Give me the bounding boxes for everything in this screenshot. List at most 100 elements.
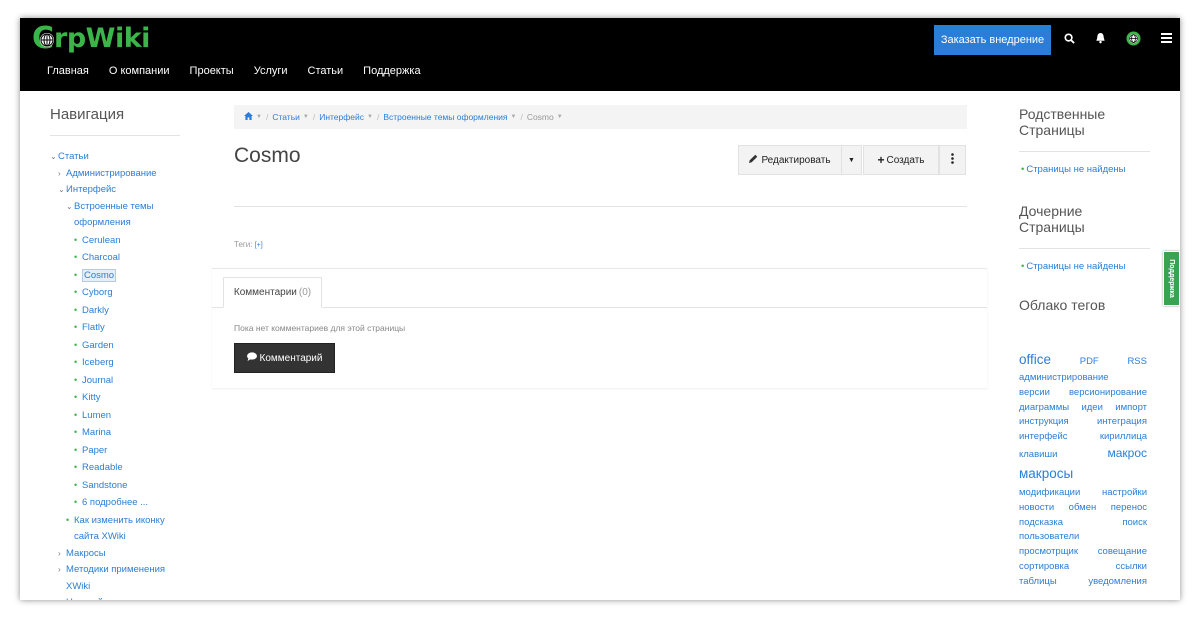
nav-tree-item[interactable]: • Charcoal (50, 249, 185, 267)
chevron-down-icon[interactable]: ⌄ (50, 149, 58, 166)
breadcrumb-item[interactable]: Встроенные темы оформления (383, 112, 507, 122)
tag-link[interactable]: новости (1019, 502, 1054, 513)
tag-link[interactable]: поиск (1122, 517, 1147, 528)
create-button[interactable]: + Создать (863, 145, 939, 175)
bullet-icon: • (74, 287, 78, 297)
nav-tree-item[interactable]: • Garden (50, 337, 185, 355)
nav-support[interactable]: Поддержка (363, 65, 420, 81)
tag-link[interactable]: сортировка (1019, 561, 1069, 572)
nav-tree-item[interactable]: ⌄Статьи (50, 149, 185, 166)
nav-tree-item[interactable]: • 6 подробнее ... (50, 494, 185, 512)
nav-tree-item[interactable]: ⌄Интерфейс (50, 182, 185, 199)
tag-link[interactable]: пользователи (1019, 531, 1079, 542)
nav-tree-item[interactable]: • Darkly (50, 302, 185, 320)
tag-link[interactable]: RSS (1127, 356, 1147, 367)
order-implementation-button[interactable]: Заказать внедрение (934, 25, 1051, 55)
nav-tree-item-label: Kitty (82, 392, 101, 403)
nav-tree-item[interactable]: • Sandstone (50, 477, 185, 495)
tag-link[interactable]: модификации (1019, 487, 1080, 498)
nav-services[interactable]: Услуги (254, 65, 288, 81)
menu-icon[interactable] (1158, 30, 1174, 46)
tag-link[interactable]: таблицы (1019, 576, 1057, 587)
chevron-down-icon[interactable]: ▼ (367, 114, 373, 120)
tag-link[interactable]: идеи (1081, 402, 1102, 413)
nav-tree-item[interactable]: XWiki (50, 579, 185, 596)
tag-link[interactable]: макрос (1107, 446, 1147, 460)
tag-link[interactable]: версии (1019, 387, 1050, 398)
add-tag-link[interactable]: [+] (255, 242, 263, 249)
add-comment-button[interactable]: Комментарий (234, 343, 335, 373)
tag-link[interactable]: администрирование (1019, 372, 1109, 383)
tag-link[interactable]: версионирование (1069, 387, 1147, 398)
nav-tree-item[interactable]: › Макросы (50, 546, 185, 563)
chevron-down-icon[interactable]: ▼ (557, 114, 563, 120)
bullet-icon: • (74, 497, 78, 507)
tag-link[interactable]: инструкция (1019, 416, 1069, 427)
breadcrumb-item[interactable]: Статьи (272, 112, 300, 122)
chevron-down-icon[interactable]: ⌄ (66, 199, 74, 216)
tag-link[interactable]: просмотрщик (1019, 546, 1078, 557)
tag-link[interactable]: подсказка (1019, 517, 1063, 528)
nav-tree-item[interactable]: • Flatly (50, 319, 185, 337)
globe-icon[interactable] (1125, 30, 1141, 46)
bell-icon[interactable] (1092, 30, 1108, 46)
support-tab[interactable]: Поддержка (1163, 251, 1180, 306)
tag-link[interactable]: кириллица (1100, 431, 1147, 442)
nav-tree-item[interactable]: ⌄Встроенные темы (50, 199, 185, 216)
tag-link[interactable]: перенос (1111, 502, 1147, 513)
chevron-down-icon[interactable]: ▼ (303, 114, 309, 120)
tab-comments[interactable]: Комментарии (0) (223, 277, 322, 308)
tag-cloud-row: администрирование (1019, 372, 1147, 387)
nav-tree-item[interactable]: • Cosmo (50, 267, 185, 285)
nav-about[interactable]: О компании (109, 65, 170, 81)
breadcrumb-item[interactable]: Интерфейс (319, 112, 364, 122)
tag-link[interactable]: интерфейс (1019, 431, 1068, 442)
search-icon[interactable] (1061, 30, 1077, 46)
logo-text: rpWiki (54, 23, 150, 54)
nav-tree-item-label: Cerulean (82, 234, 121, 246)
tag-link[interactable]: макросы (1019, 466, 1073, 481)
tag-link[interactable]: уведомления (1088, 576, 1147, 587)
chevron-right-icon[interactable]: › (58, 166, 66, 183)
nav-articles[interactable]: Статьи (308, 65, 344, 81)
nav-tree-item[interactable]: • Journal (50, 372, 185, 390)
site-logo[interactable]: C rpWiki (32, 24, 150, 54)
chevron-down-icon[interactable]: ▼ (510, 114, 516, 120)
nav-projects[interactable]: Проекты (190, 65, 234, 81)
nav-tree-item[interactable]: • Readable (50, 459, 185, 477)
tag-link[interactable]: интеграция (1097, 416, 1147, 427)
tag-link[interactable]: совещание (1098, 546, 1147, 557)
chevron-right-icon[interactable]: › (58, 546, 66, 563)
nav-tree-item[interactable]: ›Настройки и (50, 595, 185, 600)
tag-link[interactable]: office (1019, 352, 1051, 367)
chevron-right-icon[interactable]: › (58, 595, 66, 600)
chevron-right-icon[interactable]: › (58, 562, 66, 579)
edit-dropdown-button[interactable]: ▼ (841, 145, 862, 175)
nav-tree-item[interactable]: • Cerulean (50, 232, 185, 250)
tag-link[interactable]: диаграммы (1019, 402, 1069, 413)
tag-link[interactable]: импорт (1115, 402, 1147, 413)
nav-tree-item[interactable]: • Lumen (50, 407, 185, 425)
nav-tree-item[interactable]: • Paper (50, 442, 185, 460)
nav-tree-item[interactable]: • Как изменить иконку (50, 512, 185, 530)
tag-link[interactable]: PDF (1080, 356, 1099, 367)
nav-tree-item[interactable]: • Cyborg (50, 284, 185, 302)
home-icon[interactable] (244, 112, 253, 122)
nav-tree-item[interactable]: сайта XWiki (50, 529, 185, 546)
tag-link[interactable]: клавиши (1019, 449, 1057, 460)
tag-link[interactable]: настройки (1102, 487, 1147, 498)
nav-tree-item[interactable]: • Iceberg (50, 354, 185, 372)
tag-link[interactable]: обмен (1069, 502, 1097, 513)
bullet-icon: • (74, 252, 78, 262)
nav-tree-item[interactable]: › Администрирование (50, 166, 185, 183)
nav-tree-item[interactable]: • Kitty (50, 389, 185, 407)
nav-tree-item[interactable]: • Marina (50, 424, 185, 442)
nav-tree-item[interactable]: оформления (50, 215, 185, 232)
nav-home[interactable]: Главная (47, 65, 89, 81)
chevron-down-icon[interactable]: ▼ (256, 114, 262, 120)
tag-link[interactable]: ссылки (1116, 561, 1147, 572)
chevron-down-icon[interactable]: ⌄ (58, 182, 66, 199)
edit-button[interactable]: Редактировать (738, 145, 842, 175)
nav-tree-item[interactable]: › Методики применения (50, 562, 185, 579)
more-actions-button[interactable] (939, 145, 966, 175)
